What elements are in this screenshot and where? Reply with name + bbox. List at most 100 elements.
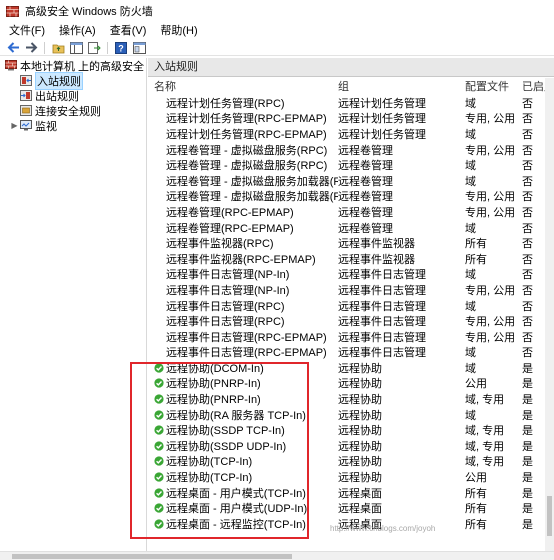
menu-action[interactable]: 操作(A) xyxy=(52,22,103,40)
rule-profile: 专用, 公用 xyxy=(465,316,516,329)
rule-row[interactable]: 远程事件监视器(RPC) 远程事件监视器 所有否 xyxy=(148,235,554,251)
rule-group: 远程事件日志管理 xyxy=(338,300,426,313)
rule-name-cell: 远程事件监视器(RPC-EPMAP) xyxy=(148,251,338,267)
rule-row[interactable]: 远程事件日志管理(NP-In) 远程事件日志管理域否 xyxy=(148,267,554,283)
rule-row[interactable]: 远程事件监视器(RPC-EPMAP) 远程事件监视器 所有否 xyxy=(148,251,554,267)
rule-group: 远程卷管理 xyxy=(338,191,393,204)
rule-group: 远程协助 xyxy=(338,409,382,422)
forward-arrow-icon[interactable] xyxy=(24,41,38,55)
menu-file[interactable]: 文件(F) xyxy=(2,22,52,40)
rule-name-cell: 远程卷管理 - 虚拟磁盘服务加载器(RPC) xyxy=(148,173,338,189)
rule-row[interactable]: 远程卷管理 - 虚拟磁盘服务加载器(RPC)远程卷管理专用, 公用否 xyxy=(148,189,554,205)
rule-profile: 所有 xyxy=(465,238,487,251)
up-folder-icon[interactable] xyxy=(51,41,65,55)
menu-view[interactable]: 查看(V) xyxy=(103,22,154,40)
rule-row[interactable]: 远程计划任务管理(RPC-EPMAP) 远程计划任务管理 专用, 公用否 xyxy=(148,111,554,127)
rule-name: 远程计划任务管理(RPC-EPMAP) xyxy=(166,113,327,126)
rule-group: 远程计划任务管理 xyxy=(338,97,426,110)
rule-profile: 专用, 公用 xyxy=(465,284,516,297)
export-list-icon[interactable] xyxy=(87,41,101,55)
rule-profile: 域 xyxy=(465,160,476,173)
rule-row[interactable]: 远程事件日志管理(RPC) 远程事件日志管理 专用, 公用否 xyxy=(148,313,554,329)
rule-profile: 域, 专用 xyxy=(465,394,505,407)
menu-help[interactable]: 帮助(H) xyxy=(153,22,204,40)
rule-name: 远程事件日志管理(RPC) xyxy=(166,316,285,329)
column-header-group[interactable]: 组 xyxy=(338,79,465,95)
toolbar-separator xyxy=(107,41,108,54)
rule-group: 远程事件日志管理 xyxy=(338,331,426,344)
tree-item-outbound-rules[interactable]: 出站规则 xyxy=(0,88,146,103)
outbound-rules-icon xyxy=(20,90,32,101)
title-bar: 高级安全 Windows 防火墙 xyxy=(0,0,554,22)
rule-name-cell: 远程事件监视器(RPC) xyxy=(148,235,338,251)
rule-profile: 专用, 公用 xyxy=(465,113,516,126)
tree-item-monitoring[interactable]: ▶ 监视 xyxy=(0,118,146,133)
show-hide-tree-icon[interactable] xyxy=(69,41,83,55)
navigation-tree: 本地计算机 上的高级安全 Windows 入站规则 出站规则 连接安全规则 ▶ … xyxy=(0,58,147,560)
column-header-name[interactable]: 名称 xyxy=(148,79,338,95)
scrollbar-thumb[interactable] xyxy=(547,496,552,536)
rule-profile: 域 xyxy=(465,347,476,360)
rule-profile: 域 xyxy=(465,222,476,235)
rule-row[interactable]: 远程卷管理 - 虚拟磁盘服务(RPC) 远程卷管理域否 xyxy=(148,157,554,173)
rule-group: 远程协助 xyxy=(338,472,382,485)
firewall-icon xyxy=(6,5,19,18)
rule-group: 远程协助 xyxy=(338,456,382,469)
tree-item-inbound-rules[interactable]: 入站规则 xyxy=(0,71,146,90)
toolbar-separator xyxy=(44,41,45,54)
rule-group: 远程卷管理 xyxy=(338,206,393,219)
rule-profile: 域 xyxy=(465,97,476,110)
rule-group: 远程卷管理 xyxy=(338,160,393,173)
rule-group: 远程协助 xyxy=(338,362,382,375)
rule-profile: 专用, 公用 xyxy=(465,206,516,219)
rule-name-cell: 远程计划任务管理(RPC-EPMAP) xyxy=(148,126,338,142)
tree-item-connection-security-rules[interactable]: 连接安全规则 xyxy=(0,103,146,118)
expand-chevron-icon[interactable]: ▶ xyxy=(10,121,19,130)
rule-row[interactable]: 远程事件日志管理(RPC-EPMAP) 远程事件日志管理 专用, 公用否 xyxy=(148,329,554,345)
scrollbar-thumb[interactable] xyxy=(12,554,292,559)
rule-row[interactable]: 远程卷管理 - 虚拟磁盘服务加载器(RPC)远程卷管理域否 xyxy=(148,173,554,189)
rule-name-cell: 远程事件日志管理(NP-In) xyxy=(148,266,338,282)
rule-name: 远程卷管理 - 虚拟磁盘服务加载器(RPC) xyxy=(166,191,338,204)
rule-profile: 专用, 公用 xyxy=(465,144,516,157)
rule-group: 远程事件日志管理 xyxy=(338,347,426,360)
properties-icon[interactable] xyxy=(132,41,146,55)
rule-name: 远程事件监视器(RPC-EPMAP) xyxy=(166,253,316,266)
rule-name: 远程事件日志管理(NP-In) xyxy=(166,284,290,297)
rule-profile: 公用 xyxy=(465,378,487,391)
column-header-profile[interactable]: 配置文件 xyxy=(465,79,522,95)
rule-name-cell: 远程卷管理(RPC-EPMAP) xyxy=(148,220,338,236)
rule-profile: 域 xyxy=(465,128,476,141)
rule-row[interactable]: 远程卷管理(RPC-EPMAP) 远程卷管理域否 xyxy=(148,220,554,236)
rule-group: 远程事件日志管理 xyxy=(338,269,426,282)
rule-name-cell: 远程计划任务管理(RPC-EPMAP) xyxy=(148,110,338,126)
rule-profile: 域, 专用 xyxy=(465,425,505,438)
rule-profile: 域, 专用 xyxy=(465,440,505,453)
rule-name-cell: 远程卷管理 - 虚拟磁盘服务加载器(RPC) xyxy=(148,188,338,204)
back-arrow-icon[interactable] xyxy=(6,41,20,55)
rule-name: 远程卷管理 - 虚拟磁盘服务(RPC) xyxy=(166,160,328,173)
help-icon[interactable]: ? xyxy=(114,41,128,55)
rule-row[interactable]: 远程事件日志管理(RPC) 远程事件日志管理域否 xyxy=(148,298,554,314)
tree-item-label: 连接安全规则 xyxy=(35,105,101,118)
rule-name: 远程卷管理(RPC-EPMAP) xyxy=(166,222,294,235)
rule-row[interactable]: 远程卷管理 - 虚拟磁盘服务(RPC) 远程卷管理 专用, 公用否 xyxy=(148,142,554,158)
inbound-rules-icon xyxy=(20,75,32,86)
horizontal-scrollbar[interactable] xyxy=(0,551,554,560)
rule-row[interactable]: 远程事件日志管理(NP-In) 远程事件日志管理 专用, 公用否 xyxy=(148,282,554,298)
toolbar: ? xyxy=(0,40,554,56)
rule-profile: 域 xyxy=(465,175,476,188)
rule-group: 远程计划任务管理 xyxy=(338,128,426,141)
rule-row[interactable]: 远程事件日志管理(RPC-EPMAP) 远程事件日志管理域否 xyxy=(148,345,554,361)
vertical-scrollbar[interactable] xyxy=(545,78,554,551)
rule-group: 远程协助 xyxy=(338,378,382,391)
rule-group: 远程卷管理 xyxy=(338,222,393,235)
monitoring-icon xyxy=(20,120,32,131)
rule-row[interactable]: 远程计划任务管理(RPC-EPMAP) 远程计划任务管理域否 xyxy=(148,126,554,142)
rule-row[interactable]: 远程计划任务管理(RPC) 远程计划任务管理域否 xyxy=(148,95,554,111)
tree-item-label: 监视 xyxy=(35,120,57,133)
rule-row[interactable]: 远程卷管理(RPC-EPMAP) 远程卷管理 专用, 公用否 xyxy=(148,204,554,220)
rule-profile: 域 xyxy=(465,300,476,313)
rule-profile: 域, 专用 xyxy=(465,456,505,469)
rule-name-cell: 远程卷管理 - 虚拟磁盘服务(RPC) xyxy=(148,157,338,173)
